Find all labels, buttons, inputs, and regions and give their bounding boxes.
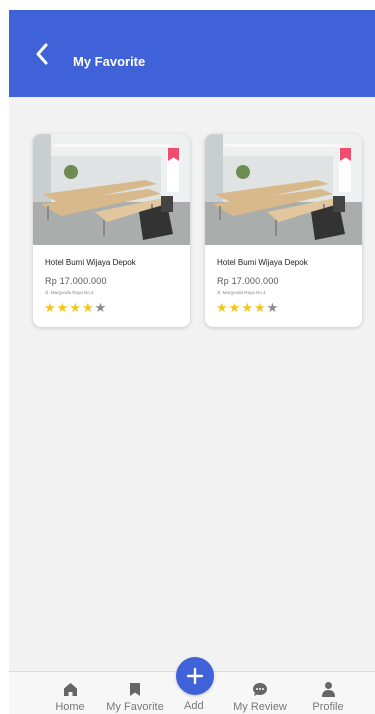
star-empty-icon: ★: [266, 301, 279, 316]
star-filled-icon: ★: [216, 301, 228, 316]
hotel-name: Hotel Bumi Wijaya Depok: [217, 258, 308, 267]
nav-label-my-favorite: My Favorite: [106, 701, 164, 713]
favorites-list: Hotel Bumi Wijaya Depok Rp 17.000.000 Jl…: [9, 97, 375, 671]
star-filled-icon: ★: [44, 301, 56, 316]
nav-my-favorite[interactable]: My Favorite: [100, 672, 170, 714]
rating-stars: ★ ★ ★ ★ ★: [216, 302, 278, 315]
plus-icon: [186, 667, 204, 685]
favorite-card[interactable]: Hotel Bumi Wijaya Depok Rp 17.000.000 Jl…: [205, 134, 362, 327]
star-filled-icon: ★: [56, 301, 69, 316]
star-filled-icon: ★: [81, 301, 94, 316]
chevron-left-icon: [36, 43, 48, 65]
bookmark-icon[interactable]: [167, 147, 180, 162]
bookmark-icon: [130, 682, 140, 696]
star-empty-icon: ★: [94, 301, 107, 316]
nav-home[interactable]: Home: [50, 672, 90, 714]
hotel-address: Jl. Margonda Raya No.4: [45, 290, 94, 295]
page-title: My Favorite: [73, 54, 146, 69]
back-button[interactable]: [31, 42, 53, 66]
nav-profile[interactable]: Profile: [308, 672, 348, 714]
rating-stars: ★ ★ ★ ★ ★: [44, 302, 106, 315]
star-filled-icon: ★: [241, 301, 253, 316]
nav-my-review[interactable]: My Review: [230, 672, 290, 714]
add-button[interactable]: [176, 657, 214, 695]
hotel-price: Rp 17.000.000: [45, 276, 107, 286]
star-filled-icon: ★: [228, 301, 241, 316]
bookmark-icon[interactable]: [339, 147, 352, 162]
nav-label-add: Add: [184, 700, 204, 712]
nav-label-home: Home: [55, 701, 85, 713]
star-filled-icon: ★: [253, 301, 266, 316]
app-header: My Favorite: [9, 10, 375, 97]
star-filled-icon: ★: [69, 301, 81, 316]
hotel-address: Jl. Margonda Raya No.4: [217, 290, 266, 295]
nav-label-my-review: My Review: [233, 701, 287, 713]
favorite-card[interactable]: Hotel Bumi Wijaya Depok Rp 17.000.000 Jl…: [33, 134, 190, 327]
chat-icon: [253, 682, 267, 696]
hotel-name: Hotel Bumi Wijaya Depok: [45, 258, 136, 267]
nav-label-profile: Profile: [312, 701, 344, 713]
user-icon: [321, 682, 335, 697]
home-icon: [63, 682, 77, 696]
hotel-price: Rp 17.000.000: [217, 276, 279, 286]
